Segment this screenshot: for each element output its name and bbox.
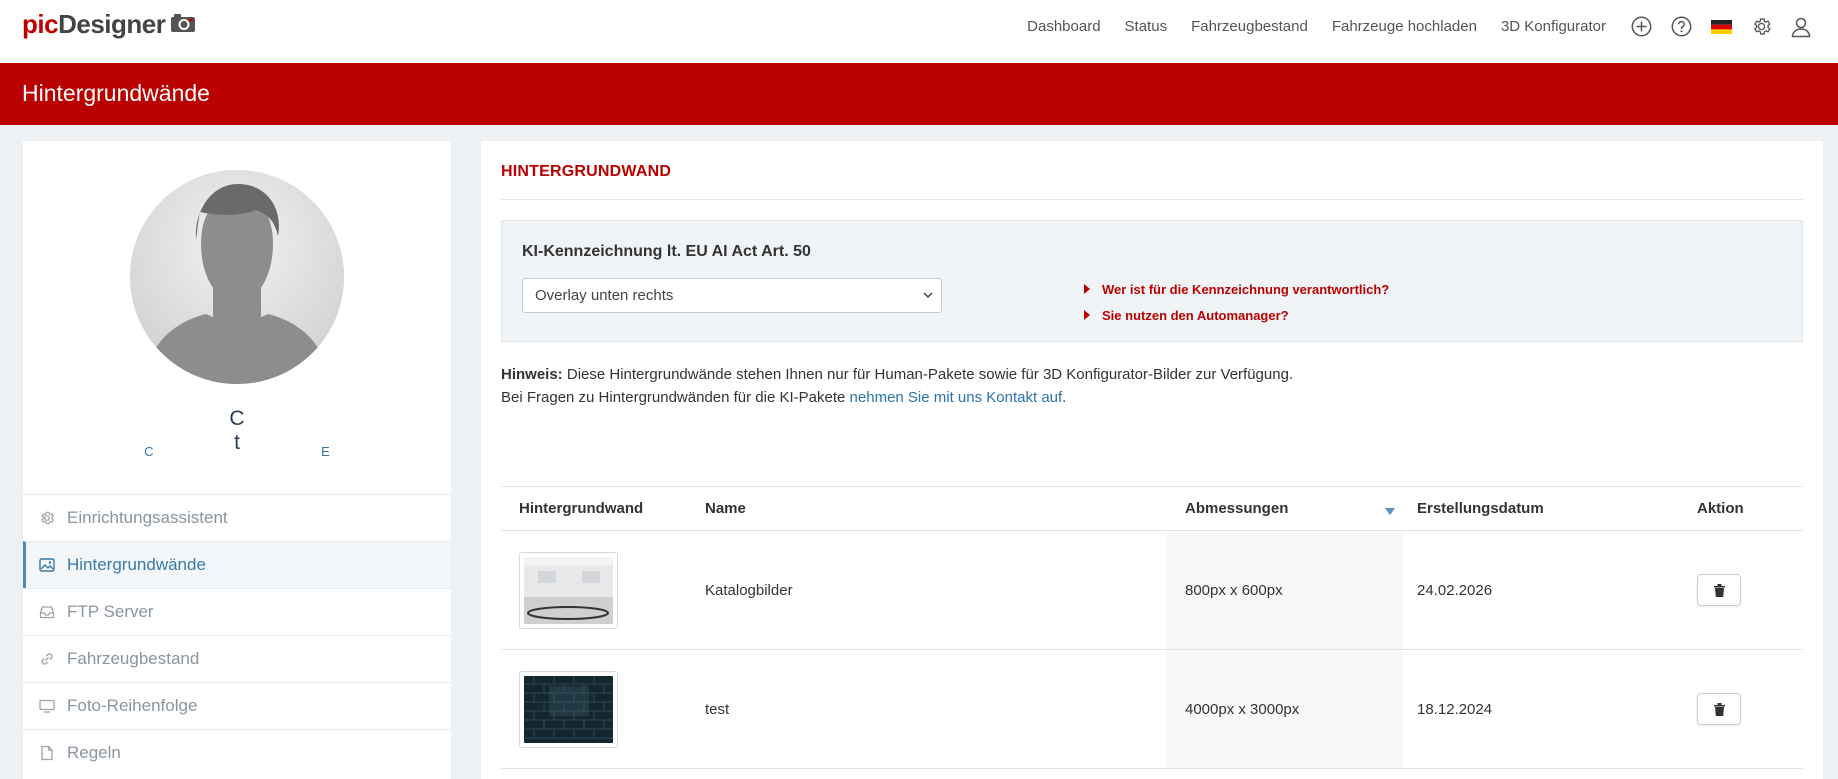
avatar — [130, 170, 344, 384]
nav-status[interactable]: Status — [1125, 18, 1168, 35]
nav-fahrzeugbestand[interactable]: Fahrzeugbestand — [1191, 18, 1308, 35]
background-thumbnail[interactable] — [519, 551, 618, 629]
sidebar-item-label: Regeln — [67, 743, 121, 762]
section-divider — [501, 199, 1803, 200]
thumbnail-cell — [519, 650, 699, 768]
sidebar-item-label: Einrichtungsassistent — [67, 508, 228, 527]
ki-marking-panel: KI-Kennzeichnung lt. EU AI Act Art. 50 O… — [501, 220, 1803, 342]
background-thumbnail[interactable] — [519, 670, 618, 748]
sidebar-item-fahrzeugbestand[interactable]: Fahrzeugbestand — [23, 635, 451, 682]
hint-label: Hinweis: — [501, 366, 563, 383]
row-size: 4000px x 3000px — [1167, 650, 1403, 768]
sidebar-item-einrichtungsassistent[interactable]: Einrichtungsassistent — [23, 494, 451, 541]
document-icon — [39, 744, 57, 762]
sidebar-item-foto-reihenfolge[interactable]: Foto-Reihenfolge — [23, 682, 451, 729]
header-hintergrundwand[interactable]: Hintergrundwand — [519, 487, 699, 530]
camera-icon — [171, 13, 196, 32]
gear-icon — [39, 509, 57, 527]
sidebar-menu: Einrichtungsassistent Hintergrundwände F… — [23, 494, 451, 776]
nav-fahrzeuge-hochladen[interactable]: Fahrzeuge hochladen — [1332, 18, 1477, 35]
row-size: 800px x 600px — [1167, 531, 1403, 649]
page-header-bar: Hintergrundwände — [0, 63, 1838, 125]
plus-circle-icon[interactable] — [1630, 16, 1652, 38]
sidebar-item-label: Fahrzeugbestand — [67, 649, 200, 668]
delete-button[interactable] — [1697, 693, 1741, 725]
brand-logo-designer: Designer — [58, 9, 166, 39]
background-preview-image — [524, 675, 613, 743]
sidebar-item-label: Hintergrundwände — [67, 555, 206, 574]
ki-overlay-selected-value: Overlay unten rechts — [535, 287, 674, 304]
row-date: 24.02.2026 — [1417, 581, 1493, 599]
ki-link-automanager[interactable]: Sie nutzen den Automanager? — [1084, 302, 1389, 328]
hint-line2-suffix: . — [1062, 389, 1067, 406]
background-preview-image — [524, 556, 613, 624]
header-aktion: Aktion — [1697, 500, 1744, 517]
hint-line2: Bei Fragen zu Hintergrundwänden für die … — [501, 389, 846, 406]
sidebar-item-regeln[interactable]: Regeln — [23, 729, 451, 776]
caret-right-icon — [1084, 284, 1090, 294]
brand-logo-pic: pic — [22, 9, 59, 39]
brand-logo[interactable]: pic Designer — [22, 9, 196, 40]
action-cell — [1697, 650, 1797, 768]
sidebar-item-label: FTP Server — [67, 602, 154, 621]
top-navbar: pic Designer Dashboard Status Fahrzeugbes… — [0, 0, 1838, 63]
table-row: test 4000px x 3000px 18.12.2024 — [501, 650, 1803, 769]
trash-icon — [1713, 702, 1725, 716]
contact-link[interactable]: nehmen Sie mit uns Kontakt auf — [850, 389, 1063, 406]
header-abmessungen[interactable]: Abmessungen — [1167, 487, 1403, 530]
main-nav: Dashboard Status Fahrzeugbestand Fahrzeu… — [1027, 0, 1838, 53]
ki-overlay-select[interactable]: Overlay unten rechts — [522, 278, 942, 313]
row-name: test — [705, 700, 730, 718]
trash-icon — [1713, 583, 1725, 597]
nav-3d-konfigurator[interactable]: 3D Konfigurator — [1501, 18, 1606, 35]
ki-link-responsible[interactable]: Wer ist für die Kennzeichnung verantwort… — [1084, 276, 1389, 302]
table-row: Katalogbilder 800px x 600px 24.02.2026 — [501, 531, 1803, 650]
header-abmessungen-label: Abmessungen — [1185, 500, 1289, 517]
monitor-icon — [39, 697, 57, 715]
page-title: Hintergrundwände — [22, 80, 210, 106]
help-icon[interactable] — [1670, 16, 1692, 38]
sidebar-item-hintergrundwaende[interactable]: Hintergrundwände — [23, 541, 451, 588]
delete-button[interactable] — [1697, 574, 1741, 606]
inbox-icon — [39, 603, 57, 621]
german-flag-icon[interactable] — [1710, 16, 1732, 38]
hint-text: Hinweis: Diese Hintergrundwände stehen I… — [501, 363, 1293, 409]
table-header: Hintergrundwand Name Abmessungen Erstell… — [501, 486, 1803, 531]
link-icon — [39, 650, 57, 668]
caret-right-icon — [1084, 310, 1090, 320]
row-date: 18.12.2024 — [1417, 700, 1493, 718]
image-icon — [39, 556, 57, 574]
sidebar-item-label: Foto-Reihenfolge — [67, 696, 198, 715]
user-icon[interactable] — [1790, 16, 1812, 38]
user-company: C E — [144, 444, 412, 459]
ki-help-links: Wer ist für die Kennzeichnung verantwort… — [1084, 276, 1389, 328]
action-cell — [1697, 531, 1797, 649]
header-name[interactable]: Name — [705, 487, 1165, 530]
row-name: Katalogbilder — [705, 581, 793, 599]
profile-sidebar: C t C E Einrichtungsassistent Hintergrun… — [23, 141, 451, 779]
main-content-card: HINTERGRUNDWAND KI-Kennzeichnung lt. EU … — [481, 141, 1823, 779]
sidebar-item-ftp-server[interactable]: FTP Server — [23, 588, 451, 635]
sort-desc-icon — [1385, 508, 1395, 515]
ki-link-label: Sie nutzen den Automanager? — [1102, 307, 1289, 323]
hint-line1: Diese Hintergrundwände stehen Ihnen nur … — [566, 366, 1294, 383]
thumbnail-cell — [519, 531, 699, 649]
ki-marking-title: KI-Kennzeichnung lt. EU AI Act Art. 50 — [522, 243, 811, 260]
backgrounds-table: Hintergrundwand Name Abmessungen Erstell… — [501, 486, 1803, 769]
gear-icon[interactable] — [1750, 16, 1772, 38]
ki-link-label: Wer ist für die Kennzeichnung verantwort… — [1102, 281, 1390, 297]
section-title: HINTERGRUNDWAND — [501, 163, 672, 180]
header-erstellungsdatum[interactable]: Erstellungsdatum — [1417, 487, 1677, 530]
nav-dashboard[interactable]: Dashboard — [1027, 18, 1100, 35]
chevron-down-icon — [923, 292, 933, 299]
